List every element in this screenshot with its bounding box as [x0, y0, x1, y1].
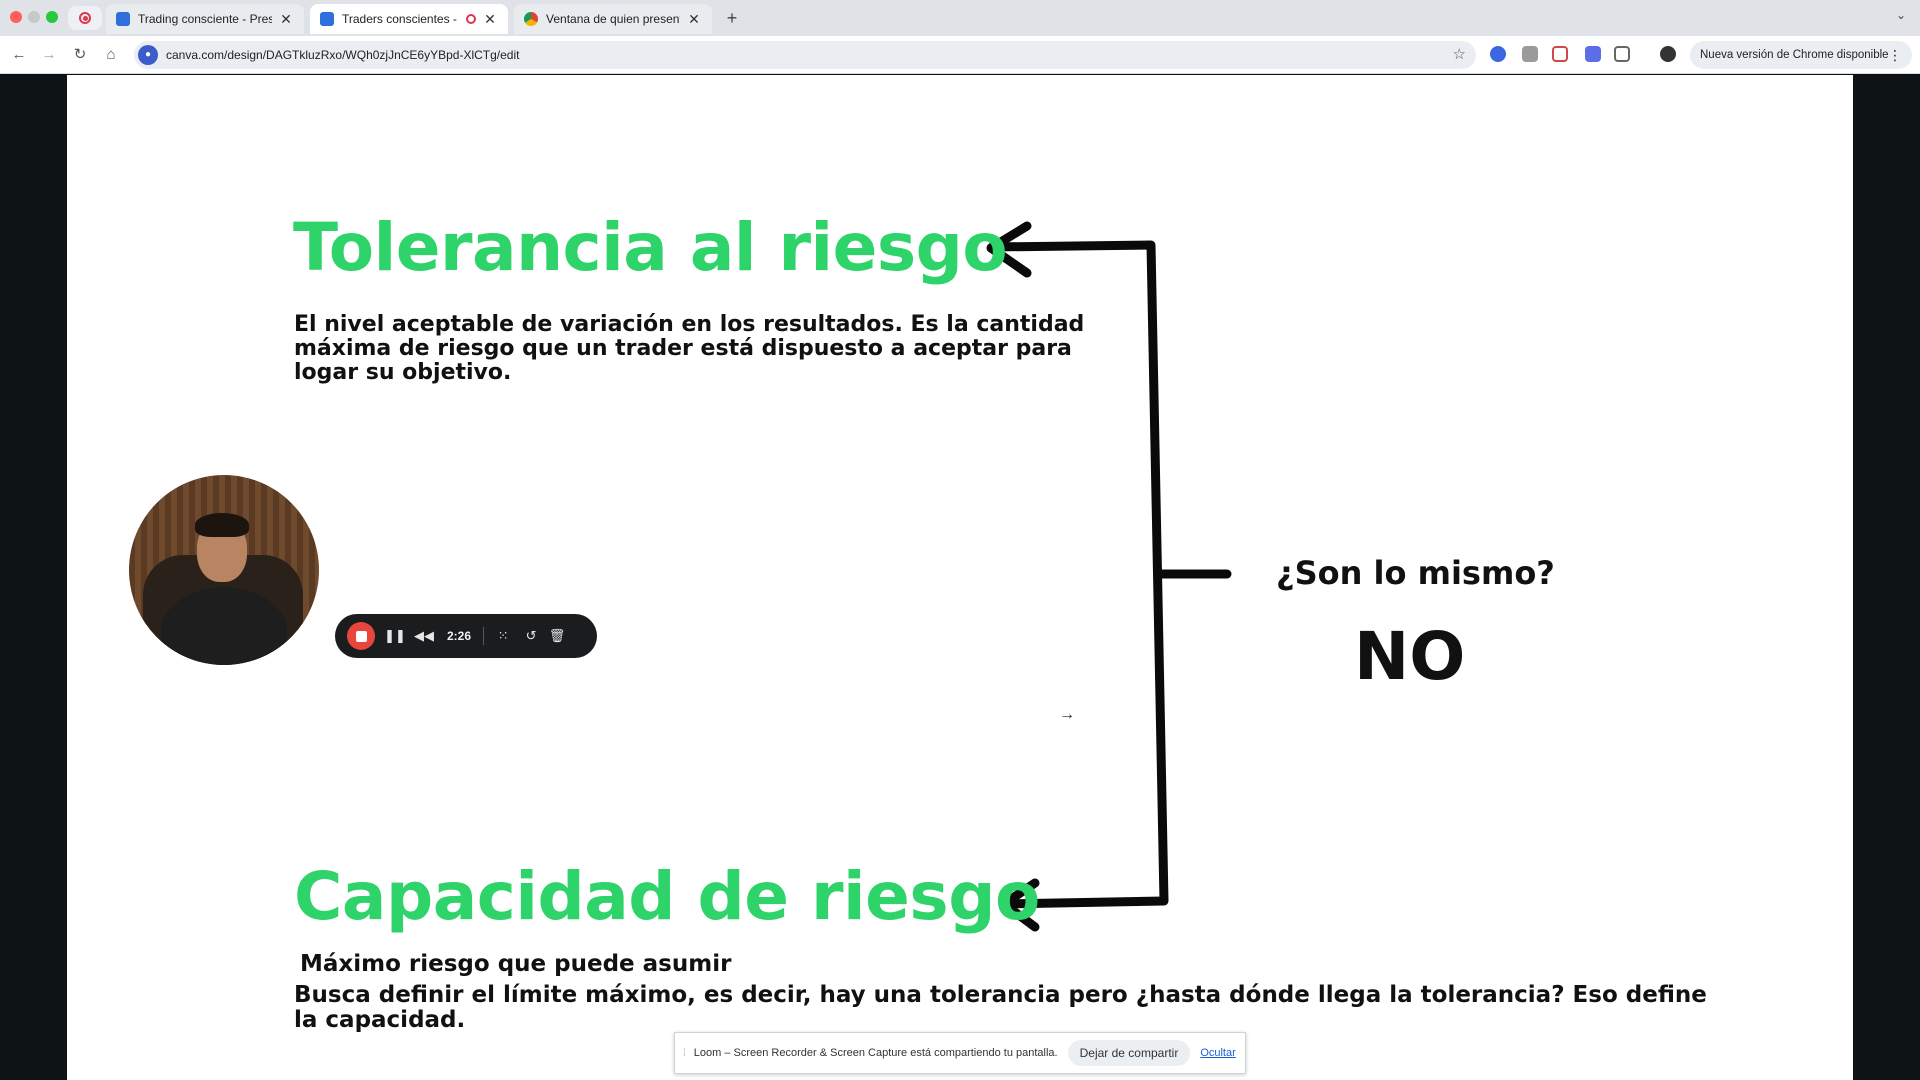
- close-tab-icon[interactable]: ✕: [482, 11, 498, 28]
- letterbox-right: [1853, 75, 1920, 1080]
- site-info-icon[interactable]: ●: [138, 45, 158, 65]
- tab-bar: Trading consciente - Presentación ✕ Trad…: [0, 0, 1920, 36]
- canva-favicon-icon: [320, 12, 334, 26]
- browser-toolbar: ← → ↻ ⌂ ● canva.com/design/DAGTkluzRxo/W…: [0, 36, 1920, 74]
- rewind-icon[interactable]: ◀◀: [411, 628, 437, 644]
- divider: [483, 627, 485, 645]
- grid-icon[interactable]: ⁙: [492, 628, 514, 644]
- hide-notice-link[interactable]: Ocultar: [1200, 1047, 1235, 1059]
- letterbox-left: [0, 75, 67, 1080]
- restart-icon[interactable]: ↺: [518, 628, 544, 644]
- close-tab-icon[interactable]: ✕: [686, 11, 702, 28]
- next-arrow-icon: →: [1059, 706, 1075, 723]
- more-menu-icon[interactable]: ⋮: [1888, 41, 1902, 69]
- tab-traders-conscientes[interactable]: Traders conscientes - Presentación ✕: [310, 4, 508, 34]
- description-tolerancia: El nivel aceptable de variación en los r…: [294, 312, 1085, 385]
- tab-title: Traders conscientes - Presentación: [342, 12, 460, 26]
- question-text: ¿Son lo mismo?: [1276, 554, 1555, 592]
- webcam-person-hair: [195, 513, 249, 537]
- forward-arrow-icon[interactable]: →: [39, 45, 59, 65]
- recording-timer: 2:26: [447, 629, 472, 643]
- canva-favicon-icon: [116, 12, 130, 26]
- answer-text: NO: [1354, 618, 1466, 695]
- tab-title: Ventana de quien presenta - Traders: [546, 12, 680, 26]
- pause-icon[interactable]: ❚❚: [383, 628, 407, 644]
- address-bar[interactable]: ● canva.com/design/DAGTkluzRxo/WQh0zjJnC…: [134, 41, 1476, 69]
- reload-icon[interactable]: ↻: [70, 45, 90, 65]
- extensions-puzzle-icon[interactable]: [1614, 46, 1630, 62]
- back-arrow-icon[interactable]: ←: [9, 45, 29, 65]
- screen-share-notice: ⁞ Loom – Screen Recorder & Screen Captur…: [674, 1032, 1246, 1074]
- tab-search-chevron-icon[interactable]: ⌄: [1896, 8, 1906, 22]
- url-text: canva.com/design/DAGTkluzRxo/WQh0zjJnCE6…: [166, 48, 520, 62]
- extension-loom-icon[interactable]: [1585, 46, 1601, 62]
- profile-avatar[interactable]: [1660, 46, 1676, 62]
- loom-control-bar: ❚❚ ◀◀ 2:26 ⁙ ↺ 🗑: [335, 614, 597, 658]
- tab-ventana-presentador[interactable]: Ventana de quien presenta - Traders ✕: [514, 4, 712, 34]
- new-tab-button[interactable]: +: [720, 6, 744, 30]
- share-notice-text: Loom – Screen Recorder & Screen Capture …: [693, 1047, 1058, 1059]
- chrome-favicon-icon: [524, 12, 538, 26]
- home-icon[interactable]: ⌂: [101, 45, 121, 65]
- stop-sharing-button[interactable]: Dejar de compartir: [1067, 1040, 1191, 1066]
- bookmark-star-icon[interactable]: ☆: [1453, 45, 1466, 63]
- tab-trading-consciente[interactable]: Trading consciente - Presentación ✕: [106, 4, 304, 34]
- extension-blue-icon[interactable]: [1490, 46, 1506, 62]
- minimize-window-button[interactable]: [28, 11, 40, 23]
- close-tab-icon[interactable]: ✕: [278, 11, 294, 28]
- webcam-bubble[interactable]: [129, 475, 319, 665]
- title-tolerancia: Tolerancia al riesgo: [293, 209, 1008, 286]
- title-capacidad: Capacidad de riesgo: [294, 858, 1040, 935]
- extension-grey-icon[interactable]: [1522, 46, 1538, 62]
- update-chip-label: Nueva versión de Chrome disponible: [1700, 49, 1889, 61]
- recording-icon: [79, 12, 91, 24]
- tab-title: Trading consciente - Presentación: [138, 12, 272, 26]
- presentation-slide[interactable]: Tolerancia al riesgo El nivel aceptable …: [67, 75, 1853, 1080]
- drag-handle-icon[interactable]: ⁞: [683, 1048, 686, 1059]
- recording-indicator-icon: [466, 14, 476, 24]
- close-window-button[interactable]: [10, 11, 22, 23]
- subtitle-capacidad: Máximo riesgo que puede asumir: [300, 951, 732, 977]
- trash-icon[interactable]: 🗑: [544, 628, 570, 644]
- recording-pinned-tab[interactable]: [68, 6, 102, 30]
- chrome-update-chip[interactable]: Nueva versión de Chrome disponible ⋮: [1690, 41, 1912, 69]
- stop-recording-button[interactable]: [347, 622, 375, 650]
- description-capacidad: Busca definir el límite máximo, es decir…: [294, 982, 1707, 1033]
- maximize-window-button[interactable]: [46, 11, 58, 23]
- extension-red-outline-icon[interactable]: [1552, 46, 1568, 62]
